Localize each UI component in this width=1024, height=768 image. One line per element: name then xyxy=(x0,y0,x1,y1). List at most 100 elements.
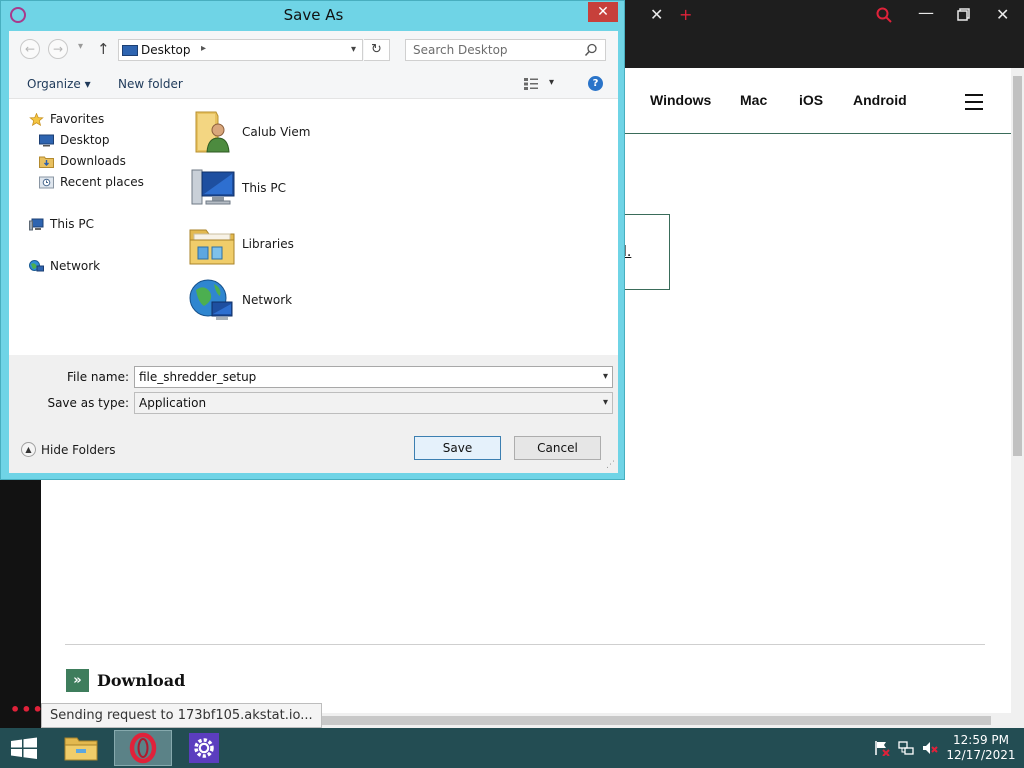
file-item-label: Libraries xyxy=(242,237,294,251)
nav-this-pc[interactable]: This PC xyxy=(29,217,94,231)
save-as-dialog: Save As ✕ ← → ▾ ↑ Desktop ▸ ▾ ↻ Organize… xyxy=(0,0,625,480)
resize-grip-icon[interactable]: ⋰ xyxy=(606,460,615,470)
file-item-network[interactable]: Network xyxy=(188,276,292,324)
taskbar-file-explorer[interactable] xyxy=(52,730,110,766)
save-type-value: Application xyxy=(139,396,207,410)
file-name-field[interactable]: file_shredder_setup ▾ xyxy=(134,366,613,388)
download-heading: » Download xyxy=(66,669,185,692)
file-name-value: file_shredder_setup xyxy=(139,370,257,384)
download-badge-icon: » xyxy=(66,669,89,692)
restore-window-icon[interactable] xyxy=(957,8,970,21)
help-icon[interactable]: ? xyxy=(588,76,603,91)
breadcrumb[interactable]: Desktop ▸ ▾ xyxy=(118,39,363,61)
command-toolbar: Organize ▾ New folder ▾ ? xyxy=(9,69,618,99)
file-name-dropdown-icon[interactable]: ▾ xyxy=(603,367,608,387)
breadcrumb-chevron-icon[interactable]: ▸ xyxy=(201,43,206,54)
cancel-button[interactable]: Cancel xyxy=(514,436,601,460)
hide-folders-toggle[interactable]: ▲ Hide Folders xyxy=(21,442,116,457)
taskbar-settings-app[interactable] xyxy=(176,730,234,766)
clock-time: 12:59 PM xyxy=(953,733,1009,747)
refresh-icon[interactable]: ↻ xyxy=(364,39,390,61)
save-type-dropdown-icon[interactable]: ▾ xyxy=(603,393,608,413)
desktop-icon xyxy=(39,134,54,146)
nav-link-ios[interactable]: iOS xyxy=(799,92,823,108)
nav-favorite-label: Desktop xyxy=(60,133,110,147)
volume-muted-icon[interactable] xyxy=(922,740,938,756)
search-tabs-icon[interactable] xyxy=(876,7,892,23)
nav-this-pc-label: This PC xyxy=(50,217,94,231)
organize-button[interactable]: Organize ▾ xyxy=(27,77,91,91)
nav-favorite-downloads[interactable]: Downloads xyxy=(39,154,126,168)
clock-date: 12/17/2021 xyxy=(946,748,1016,762)
nav-favorite-label: Downloads xyxy=(60,154,126,168)
file-item-label: Calub Viem xyxy=(242,125,311,139)
navigation-pane: Favorites Desktop Downloads Recent place… xyxy=(9,100,174,355)
new-folder-button[interactable]: New folder xyxy=(118,77,183,91)
file-name-label: File name: xyxy=(67,370,129,384)
minimize-window-icon[interactable]: — xyxy=(918,4,934,22)
section-divider xyxy=(65,644,985,645)
this-pc-icon xyxy=(191,169,235,205)
file-explorer-icon xyxy=(64,737,98,761)
nav-network[interactable]: Network xyxy=(29,259,100,273)
breadcrumb-dropdown-icon[interactable]: ▾ xyxy=(351,44,356,55)
dialog-close-button[interactable]: ✕ xyxy=(588,2,618,22)
nav-favorites-label: Favorites xyxy=(50,112,105,126)
save-type-label: Save as type: xyxy=(47,396,129,410)
file-list-pane: Calub Viem This PC Libraries Network xyxy=(174,100,618,355)
libraries-folder-icon xyxy=(189,229,235,265)
nav-favorite-recent[interactable]: Recent places xyxy=(39,175,144,189)
search-icon[interactable] xyxy=(584,43,598,57)
nav-favorite-desktop[interactable]: Desktop xyxy=(39,133,110,147)
desktop-location-icon xyxy=(122,45,138,56)
user-folder-icon xyxy=(195,111,230,153)
save-type-select[interactable]: Application ▾ xyxy=(134,392,613,414)
content-card xyxy=(625,214,670,290)
recent-places-icon xyxy=(39,176,54,188)
status-tooltip: Sending request to 173bf105.akstat.io... xyxy=(41,703,322,728)
action-center-flag-icon[interactable] xyxy=(874,740,890,756)
taskbar-opera-browser[interactable] xyxy=(114,730,172,766)
nav-link-windows[interactable]: Windows xyxy=(650,92,711,108)
nav-favorite-label: Recent places xyxy=(60,175,144,189)
dialog-title: Save As xyxy=(283,6,344,24)
save-options-panel: File name: file_shredder_setup ▾ Save as… xyxy=(9,355,618,473)
up-arrow-icon[interactable]: ↑ xyxy=(97,40,110,58)
nav-favorites[interactable]: Favorites xyxy=(29,112,104,126)
view-options-chevron-icon[interactable]: ▾ xyxy=(549,77,554,88)
recent-locations-chevron-icon[interactable]: ▾ xyxy=(78,41,83,52)
windows-start-icon[interactable] xyxy=(0,728,48,768)
search-box[interactable] xyxy=(405,39,606,61)
new-tab-icon[interactable]: + xyxy=(679,6,692,24)
nav-network-label: Network xyxy=(50,259,101,273)
save-button[interactable]: Save xyxy=(414,436,501,460)
network-status-icon[interactable] xyxy=(898,740,914,756)
taskbar-clock[interactable]: 12:59 PM 12/17/2021 xyxy=(946,733,1016,763)
hamburger-menu-icon[interactable] xyxy=(965,94,983,110)
file-item-label: Network xyxy=(242,293,293,307)
close-tab-icon[interactable]: ✕ xyxy=(650,6,663,24)
vertical-scrollbar[interactable] xyxy=(1011,68,1024,713)
nav-link-mac[interactable]: Mac xyxy=(740,92,767,108)
search-input[interactable] xyxy=(406,40,581,60)
back-arrow-icon[interactable]: ← xyxy=(20,39,40,59)
opera-browser-icon xyxy=(129,732,157,764)
change-view-icon[interactable] xyxy=(523,77,539,91)
dialog-body: ← → ▾ ↑ Desktop ▸ ▾ ↻ Organize ▾ New fol… xyxy=(9,31,618,473)
vertical-scroll-thumb[interactable] xyxy=(1013,76,1022,456)
file-item-user-folder[interactable]: Calub Viem xyxy=(188,108,310,156)
forward-arrow-icon[interactable]: → xyxy=(48,39,68,59)
file-item-libraries[interactable]: Libraries xyxy=(188,220,294,268)
breadcrumb-location[interactable]: Desktop xyxy=(141,43,191,57)
sidebar-more-icon[interactable]: ••• xyxy=(10,700,44,719)
gear-icon xyxy=(189,733,219,763)
file-item-label: This PC xyxy=(242,181,286,195)
taskbar: 12:59 PM 12/17/2021 xyxy=(0,728,1024,768)
chevron-up-icon: ▲ xyxy=(21,442,36,457)
downloads-folder-icon xyxy=(39,156,54,168)
close-window-icon[interactable]: ✕ xyxy=(996,6,1009,24)
nav-link-android[interactable]: Android xyxy=(853,92,907,108)
file-item-this-pc[interactable]: This PC xyxy=(188,164,286,212)
network-globe-icon xyxy=(29,259,44,271)
address-toolbar: ← → ▾ ↑ Desktop ▸ ▾ ↻ xyxy=(9,31,618,69)
